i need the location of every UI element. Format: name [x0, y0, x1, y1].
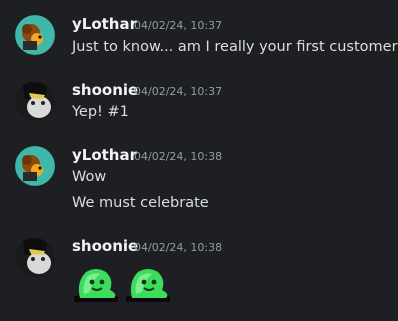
author-name[interactable]: shoonie: [72, 81, 138, 99]
green-blob-emoji-icon[interactable]: [124, 264, 172, 304]
avatar[interactable]: [15, 146, 55, 186]
message-text: Yep! #1: [72, 104, 129, 120]
ylothar-avatar-icon: [15, 15, 55, 55]
ylothar-avatar-icon: [15, 146, 55, 186]
message-text: We must celebrate: [72, 195, 209, 211]
message-timestamp: 04/02/24, 10:38: [134, 241, 223, 254]
author-name[interactable]: yLothar: [72, 15, 137, 33]
message-text: Just to know... am I really your first c…: [72, 39, 398, 55]
avatar[interactable]: [15, 237, 55, 277]
author-name[interactable]: yLothar: [72, 146, 137, 164]
shoonie-avatar-icon: [15, 237, 55, 277]
message-timestamp: 04/02/24, 10:37: [134, 19, 223, 32]
green-blob-emoji-icon[interactable]: [72, 264, 120, 304]
shoonie-avatar-icon: [15, 81, 55, 121]
avatar[interactable]: [15, 15, 55, 55]
message-timestamp: 04/02/24, 10:37: [134, 85, 223, 98]
message-timestamp: 04/02/24, 10:38: [134, 150, 223, 163]
avatar[interactable]: [15, 81, 55, 121]
message-text: Wow: [72, 169, 107, 185]
author-name[interactable]: shoonie: [72, 237, 138, 255]
